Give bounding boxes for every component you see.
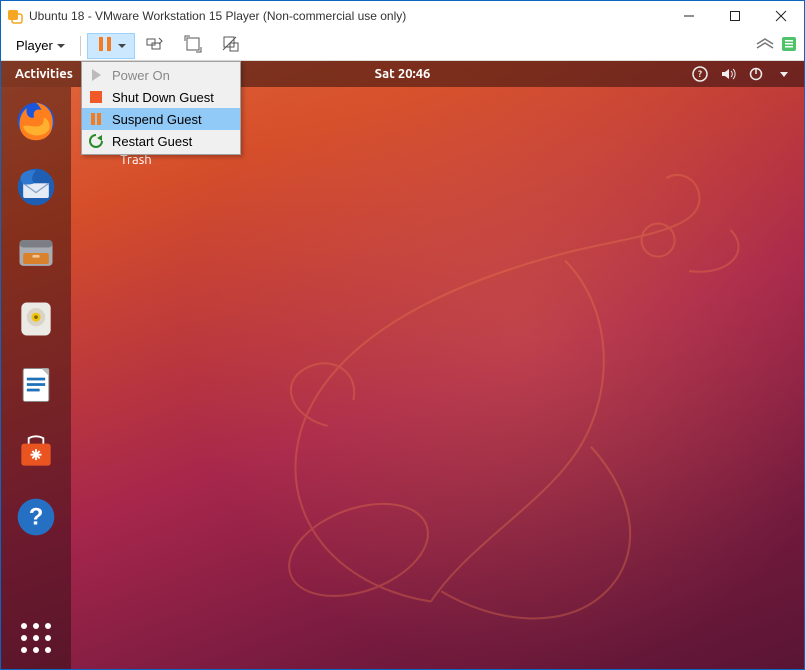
volume-icon bbox=[720, 66, 736, 82]
ubuntu-dock: ? bbox=[1, 87, 71, 669]
window-minimize-button[interactable] bbox=[666, 1, 712, 31]
dock-item-rhythmbox[interactable] bbox=[12, 295, 60, 343]
system-indicators[interactable]: ? bbox=[680, 66, 804, 82]
menu-item-label: Suspend Guest bbox=[112, 112, 202, 127]
activities-button[interactable]: Activities bbox=[1, 67, 87, 81]
send-ctrl-alt-del-button[interactable] bbox=[137, 33, 173, 59]
wallpaper-art bbox=[121, 91, 804, 669]
menu-item-power-on[interactable]: Power On bbox=[82, 64, 240, 86]
vmware-player-window: Ubuntu 18 - VMware Workstation 15 Player… bbox=[0, 0, 805, 670]
dock-item-libreoffice-writer[interactable] bbox=[12, 361, 60, 409]
menu-item-label: Shut Down Guest bbox=[112, 90, 214, 105]
stop-icon bbox=[88, 89, 104, 105]
play-icon bbox=[88, 67, 104, 83]
power-dropdown-button[interactable] bbox=[87, 33, 135, 59]
svg-text:?: ? bbox=[29, 503, 44, 530]
caret-down-icon bbox=[57, 44, 65, 48]
accessibility-icon: ? bbox=[692, 66, 708, 82]
fullscreen-button[interactable] bbox=[175, 33, 211, 59]
toolbar-separator bbox=[80, 36, 81, 56]
message-log-icon[interactable] bbox=[756, 35, 774, 56]
player-menu-button[interactable]: Player bbox=[7, 33, 74, 59]
window-title: Ubuntu 18 - VMware Workstation 15 Player… bbox=[29, 9, 406, 23]
fullscreen-icon bbox=[184, 35, 202, 56]
vmware-toolbar: Player bbox=[1, 31, 804, 61]
pause-icon bbox=[88, 111, 104, 127]
send-keys-icon bbox=[146, 35, 164, 56]
unity-mode-button[interactable] bbox=[213, 33, 249, 59]
dock-item-thunderbird[interactable] bbox=[12, 163, 60, 211]
menu-item-shut-down-guest[interactable]: Shut Down Guest bbox=[82, 86, 240, 108]
player-menu-label: Player bbox=[16, 38, 53, 53]
unity-icon bbox=[222, 35, 240, 56]
chevron-down-icon bbox=[776, 66, 792, 82]
dock-item-ubuntu-software[interactable] bbox=[12, 427, 60, 475]
window-titlebar: Ubuntu 18 - VMware Workstation 15 Player… bbox=[1, 1, 804, 31]
preferences-icon[interactable] bbox=[780, 35, 798, 56]
menu-item-suspend-guest[interactable]: Suspend Guest bbox=[82, 108, 240, 130]
dock-item-firefox[interactable] bbox=[12, 97, 60, 145]
window-maximize-button[interactable] bbox=[712, 1, 758, 31]
power-icon bbox=[748, 66, 764, 82]
dock-item-help[interactable]: ? bbox=[12, 493, 60, 541]
dock-item-files[interactable] bbox=[12, 229, 60, 277]
menu-item-label: Restart Guest bbox=[112, 134, 192, 149]
show-applications-button[interactable] bbox=[19, 621, 53, 655]
menu-item-restart-guest[interactable]: Restart Guest bbox=[82, 130, 240, 152]
menu-item-label: Power On bbox=[112, 68, 170, 83]
pause-icon bbox=[96, 35, 114, 56]
caret-down-icon bbox=[118, 44, 126, 48]
clock[interactable]: Sat 20:46 bbox=[375, 67, 431, 81]
desktop-icon-label: Trash bbox=[101, 153, 171, 167]
svg-text:?: ? bbox=[698, 69, 702, 79]
window-close-button[interactable] bbox=[758, 1, 804, 31]
vmware-app-icon bbox=[7, 8, 23, 24]
power-dropdown-menu: Power On Shut Down Guest Suspend Guest R… bbox=[81, 61, 241, 155]
restart-icon bbox=[88, 133, 104, 149]
